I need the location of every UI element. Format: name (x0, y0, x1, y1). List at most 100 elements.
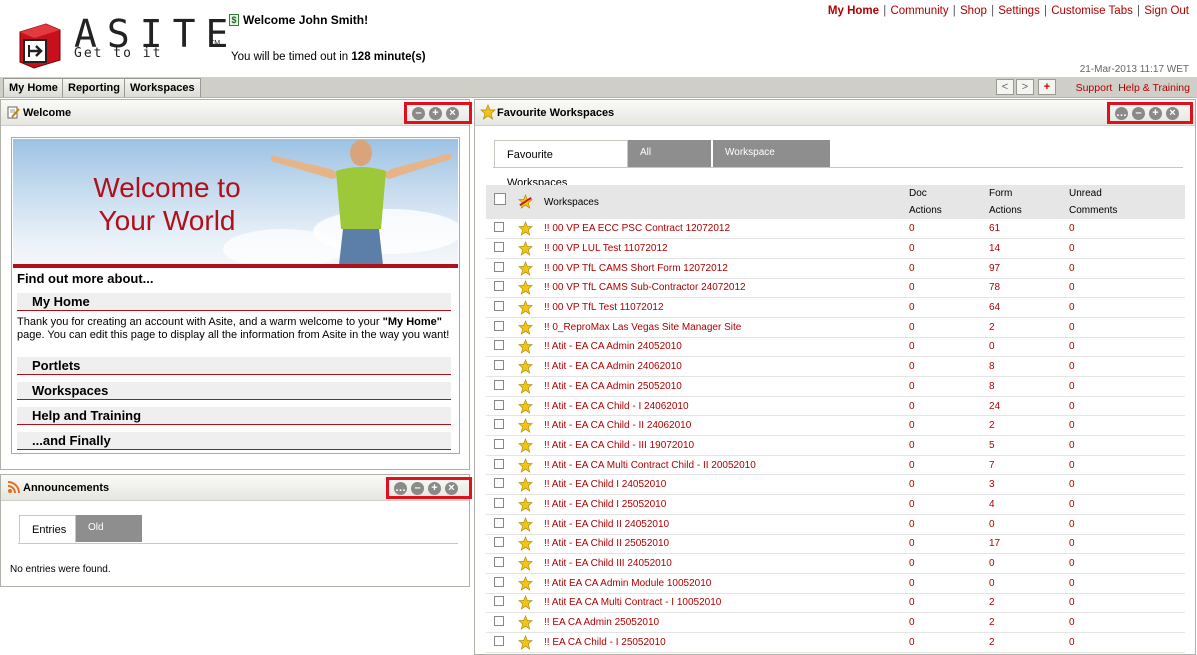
workspace-name-link[interactable]: !! Atit - EA CA Multi Contract Child - I… (539, 455, 905, 476)
star-icon[interactable] (518, 221, 533, 236)
row-checkbox[interactable] (494, 360, 504, 371)
form-actions-count[interactable]: 61 (985, 219, 1065, 240)
row-checkbox[interactable] (494, 576, 504, 587)
workspace-name-link[interactable]: !! 0_ReproMax Las Vegas Site Manager Sit… (539, 317, 905, 338)
workspace-name-link[interactable]: !! Atit - EA CA Child - III 19072010 (539, 435, 905, 456)
star-icon[interactable] (518, 359, 533, 375)
form-actions-count[interactable]: 14 (985, 238, 1065, 259)
close-button[interactable]: × (446, 106, 459, 120)
star-icon[interactable] (518, 280, 533, 296)
doc-actions-count[interactable]: 0 (905, 219, 985, 240)
table-row[interactable]: !! 00 VP EA ECC PSC Contract 12072012 0 61… (486, 219, 1185, 240)
star-icon[interactable] (518, 575, 533, 591)
doc-actions-count[interactable]: 0 (905, 396, 985, 417)
workspace-name-link[interactable]: !! Atit - EA Child II 25052010 (539, 534, 905, 555)
unread-comments-count[interactable]: 0 (1065, 356, 1185, 377)
help-training-link[interactable]: Help & Training (1118, 82, 1190, 94)
workspace-name-link[interactable]: !! Atit - EA CA Admin 24052010 (539, 337, 905, 358)
star-icon[interactable] (518, 437, 533, 453)
unread-comments-count[interactable]: 0 (1065, 455, 1185, 476)
doc-actions-count[interactable]: 0 (905, 573, 985, 594)
form-actions-count[interactable]: 2 (985, 593, 1065, 614)
star-icon[interactable] (518, 300, 533, 315)
minimize-button[interactable]: – (1132, 106, 1145, 120)
table-row[interactable]: !! Atit - EA CA Child - II 24062010 0 2 0 (486, 415, 1185, 437)
doc-actions-count[interactable]: 0 (905, 317, 985, 338)
tab-scroll-right-button[interactable]: > (1016, 79, 1034, 95)
unread-comments-count[interactable]: 0 (1065, 278, 1185, 299)
form-actions-count[interactable]: 3 (985, 474, 1065, 496)
doc-actions-count[interactable]: 0 (905, 435, 985, 456)
unread-comments-count[interactable]: 0 (1065, 573, 1185, 594)
form-actions-count[interactable]: 24 (985, 396, 1065, 417)
table-row[interactable]: !! 0_ReproMax Las Vegas Site Manager Sit… (486, 317, 1185, 338)
table-row[interactable]: !! Atit - EA Child I 25052010 0 4 0 (486, 494, 1185, 515)
close-button[interactable]: × (1166, 106, 1179, 120)
tab-favourite-workspaces[interactable]: Favourite Workspaces (494, 140, 628, 189)
star-icon[interactable] (518, 339, 533, 355)
table-row[interactable]: !! Atit - EA CA Multi Contract Child - I… (486, 455, 1185, 476)
form-actions-count[interactable]: 97 (985, 258, 1065, 279)
star-icon[interactable] (518, 319, 533, 335)
doc-actions-count[interactable]: 0 (905, 278, 985, 299)
unread-comments-count[interactable]: 0 (1065, 297, 1185, 318)
form-actions-count[interactable]: 0 (985, 573, 1065, 594)
doc-actions-count[interactable]: 0 (905, 553, 985, 574)
star-icon[interactable] (518, 556, 533, 571)
community-link[interactable]: Community (890, 5, 948, 17)
doc-actions-count[interactable]: 0 (905, 337, 985, 358)
form-actions-count[interactable]: 64 (985, 297, 1065, 318)
row-checkbox[interactable] (494, 242, 504, 253)
section-my-home[interactable]: My Home (17, 293, 451, 311)
add-tab-button[interactable]: + (1038, 79, 1056, 95)
maximize-button[interactable]: + (1149, 106, 1162, 120)
unread-comments-count[interactable]: 0 (1065, 337, 1185, 358)
tab-old-entries[interactable]: Old Entries (76, 515, 142, 558)
tab-all-workspaces[interactable]: All Workspaces (628, 140, 712, 183)
form-actions-count[interactable]: 2 (985, 612, 1065, 633)
star-icon[interactable] (518, 615, 533, 630)
tab-workspaces[interactable]: Workspaces (124, 78, 201, 97)
unread-comments-count[interactable]: 0 (1065, 474, 1185, 496)
unread-comments-count[interactable]: 0 (1065, 494, 1185, 515)
workspace-name-link[interactable]: !! 00 VP LUL Test 11072012 (539, 238, 905, 259)
row-checkbox[interactable] (494, 261, 504, 272)
row-checkbox[interactable] (494, 517, 504, 528)
doc-actions-count[interactable]: 0 (905, 474, 985, 496)
column-header-unread-comments[interactable]: Unread Comments (1065, 185, 1185, 219)
unread-comments-count[interactable]: 0 (1065, 219, 1185, 240)
doc-actions-count[interactable]: 0 (905, 356, 985, 377)
form-actions-count[interactable]: 0 (985, 514, 1065, 535)
workspace-name-link[interactable]: !! 00 VP TfL CAMS Sub-Contractor 2407201… (539, 278, 905, 299)
row-checkbox[interactable] (494, 596, 504, 607)
row-checkbox[interactable] (494, 301, 504, 312)
doc-actions-count[interactable]: 0 (905, 258, 985, 279)
unread-comments-count[interactable]: 0 (1065, 593, 1185, 614)
unread-comments-count[interactable]: 0 (1065, 238, 1185, 259)
workspace-name-link[interactable]: !! 00 VP EA ECC PSC Contract 12072012 (539, 219, 905, 240)
workspace-name-link[interactable]: !! 00 VP TfL Test 11072012 (539, 297, 905, 318)
section-portlets[interactable]: Portlets (17, 357, 451, 375)
table-row[interactable]: !! Atit - EA Child II 25052010 0 17 0 (486, 534, 1185, 555)
star-icon[interactable] (518, 516, 533, 532)
doc-actions-count[interactable]: 0 (905, 593, 985, 614)
workspace-name-link[interactable]: !! Atit - EA Child I 25052010 (539, 494, 905, 515)
form-actions-count[interactable]: 2 (985, 632, 1065, 653)
table-row[interactable]: !! Atit - EA Child I 24052010 0 3 0 (486, 474, 1185, 496)
doc-actions-count[interactable]: 0 (905, 534, 985, 555)
form-actions-count[interactable]: 2 (985, 317, 1065, 338)
maximize-button[interactable]: + (429, 106, 442, 120)
table-row[interactable]: !! EA CA Admin 25052010 0 2 0 (486, 612, 1185, 633)
unread-comments-count[interactable]: 0 (1065, 396, 1185, 417)
doc-actions-count[interactable]: 0 (905, 238, 985, 259)
section-and-finally[interactable]: ...and Finally (17, 432, 451, 450)
form-actions-count[interactable]: 4 (985, 494, 1065, 515)
table-row[interactable]: !! 00 VP TfL Test 11072012 0 64 0 (486, 297, 1185, 318)
unread-comments-count[interactable]: 0 (1065, 514, 1185, 535)
table-row[interactable]: !! Atit - EA CA Admin 25052010 0 8 0 (486, 376, 1185, 397)
row-checkbox[interactable] (494, 399, 504, 410)
star-icon[interactable] (518, 497, 533, 512)
shop-link[interactable]: Shop (960, 5, 987, 17)
table-row[interactable]: !! 00 VP TfL CAMS Short Form 12072012 0 97… (486, 258, 1185, 279)
star-icon[interactable] (518, 418, 533, 434)
